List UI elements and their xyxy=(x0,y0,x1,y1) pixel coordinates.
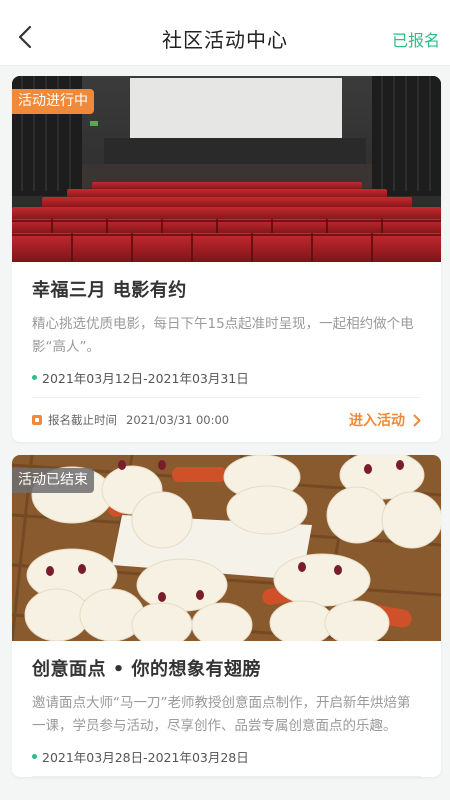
bullet-dot-icon xyxy=(32,374,37,380)
status-badge-ended: 活动已结束 xyxy=(12,468,94,493)
date-range-text: 2021年03月12日-2021年03月31日 xyxy=(42,370,249,386)
activity-title: 创意面点 • 你的想象有翅膀 xyxy=(32,659,262,680)
enter-activity-button[interactable]: 进入活动 xyxy=(349,410,421,430)
activity-description: 邀请面点大师“马一刀”老师教授创意面点制作，开启新年烘焙第一课，学员参与活动，尽… xyxy=(32,695,411,734)
page-title: 社区活动中心 xyxy=(162,28,288,52)
calendar-icon xyxy=(32,415,42,425)
enter-activity-label: 进入活动 xyxy=(349,413,405,429)
status-badge-ongoing: 活动进行中 xyxy=(12,89,94,114)
registered-activities-link[interactable]: 已报名 xyxy=(392,27,440,51)
top-nav-bar: 社区活动中心 已报名 xyxy=(0,0,450,66)
activity-list: 活动进行中 幸福三月 电影有约 精心挑选优质电影，每日下午15点起准时呈现，一起… xyxy=(12,76,441,790)
date-range-text: 2021年03月28日-2021年03月28日 xyxy=(42,749,249,765)
activity-date-range: 2021年03月28日-2021年03月28日 xyxy=(32,744,421,768)
deadline-label: 报名截止时间 xyxy=(48,413,117,427)
activity-description: 精心挑选优质电影，每日下午15点起准时呈现，一起相约做个电影“高人”。 xyxy=(32,316,414,355)
activity-card[interactable]: 活动进行中 幸福三月 电影有约 精心挑选优质电影，每日下午15点起准时呈现，一起… xyxy=(12,76,441,442)
registration-deadline: 报名截止时间 2021/03/31 00:00 xyxy=(32,412,229,428)
divider xyxy=(32,776,421,777)
activity-cover-image: 活动进行中 xyxy=(12,76,441,262)
bullet-dot-icon xyxy=(32,753,37,759)
activity-date-range: 2021年03月12日-2021年03月31日 xyxy=(32,365,421,389)
chevron-right-icon xyxy=(413,414,421,427)
activity-footer: 报名截止时间 2021/03/31 00:00 进入活动 xyxy=(32,398,421,442)
activity-title: 幸福三月 电影有约 xyxy=(32,280,187,301)
activity-cover-image: 活动已结束 xyxy=(12,455,441,641)
deadline-value: 2021/03/31 00:00 xyxy=(126,413,230,427)
activity-card[interactable]: 活动已结束 创意面点 • 你的想象有翅膀 邀请面点大师“马一刀”老师教授创意面点… xyxy=(12,455,441,777)
